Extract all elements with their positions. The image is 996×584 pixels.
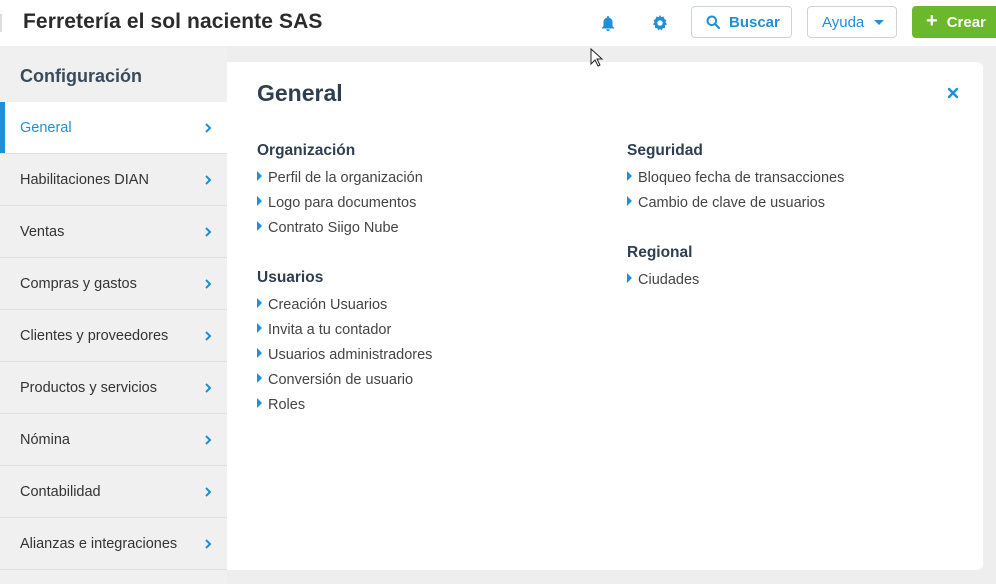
chevron-right-icon bbox=[205, 123, 212, 133]
link-label: Conversión de usuario bbox=[268, 371, 414, 388]
search-button-label: Buscar bbox=[729, 13, 780, 31]
section-regional: Regional Ciudades bbox=[627, 244, 699, 292]
sidebar-item-productos-y-servicios[interactable]: Productos y servicios bbox=[0, 362, 227, 414]
link-label: Ciudades bbox=[638, 271, 700, 288]
link-label: Perfil de la organización bbox=[268, 169, 423, 186]
link-contrato-siigo[interactable]: Contrato Siigo Nube bbox=[257, 215, 423, 240]
link-label: Creación Usuarios bbox=[268, 296, 388, 313]
chevron-right-icon bbox=[205, 279, 212, 289]
section-title: Regional bbox=[627, 244, 693, 261]
sidebar-item-nomina[interactable]: Nómina bbox=[0, 414, 227, 466]
caret-right-icon bbox=[257, 373, 262, 383]
sidebar-item-alianzas-e-integraciones[interactable]: Alianzas e integraciones bbox=[0, 518, 227, 570]
company-name: Ferretería el sol naciente SAS bbox=[23, 10, 323, 33]
plus-icon: + bbox=[926, 10, 938, 32]
link-perfil-organizacion[interactable]: Perfil de la organización bbox=[257, 165, 423, 190]
bell-icon[interactable] bbox=[597, 12, 619, 34]
chevron-right-icon bbox=[205, 539, 212, 549]
sidebar-item-label: Nómina bbox=[20, 431, 70, 448]
chevron-right-icon bbox=[205, 175, 212, 185]
caret-right-icon bbox=[627, 171, 632, 181]
link-label: Usuarios administradores bbox=[268, 346, 433, 363]
chevron-right-icon bbox=[205, 487, 212, 497]
link-label: Roles bbox=[268, 396, 306, 413]
chevron-right-icon bbox=[205, 227, 212, 237]
help-dropdown[interactable]: Ayuda bbox=[807, 6, 897, 38]
caret-down-icon bbox=[874, 19, 885, 25]
sidebar-item-label: Habilitaciones DIAN bbox=[20, 171, 149, 188]
gear-icon[interactable] bbox=[649, 12, 671, 34]
chevron-right-icon bbox=[205, 435, 212, 445]
top-bar: Ferretería el sol naciente SAS Buscar Ay… bbox=[0, 0, 996, 46]
link-creacion-usuarios[interactable]: Creación Usuarios bbox=[257, 292, 432, 317]
sidebar-item-label: Contabilidad bbox=[20, 483, 101, 500]
caret-right-icon bbox=[627, 196, 632, 206]
section-title: Seguridad bbox=[627, 142, 703, 159]
link-label: Cambio de clave de usuarios bbox=[638, 194, 825, 211]
sidebar-item-contabilidad[interactable]: Contabilidad bbox=[0, 466, 227, 518]
page-title: General bbox=[257, 80, 343, 106]
caret-right-icon bbox=[257, 298, 262, 308]
link-label: Bloqueo fecha de transacciones bbox=[638, 169, 845, 186]
close-icon[interactable] bbox=[946, 86, 960, 100]
caret-right-icon bbox=[627, 273, 632, 283]
sidebar-item-label: Compras y gastos bbox=[20, 275, 137, 292]
sidebar-list: General Habilitaciones DIAN Ventas Compr… bbox=[0, 102, 227, 570]
sidebar-item-label: General bbox=[20, 119, 72, 136]
caret-right-icon bbox=[257, 348, 262, 358]
link-roles[interactable]: Roles bbox=[257, 392, 432, 417]
link-invita-contador[interactable]: Invita a tu contador bbox=[257, 317, 432, 342]
caret-right-icon bbox=[257, 196, 262, 206]
settings-sidebar: Configuración General Habilitaciones DIA… bbox=[0, 46, 227, 584]
create-button[interactable]: + Crear bbox=[912, 6, 996, 38]
section-usuarios: Usuarios Creación Usuarios Invita a tu c… bbox=[257, 269, 432, 417]
link-label: Invita a tu contador bbox=[268, 321, 392, 338]
section-seguridad: Seguridad Bloqueo fecha de transacciones… bbox=[627, 142, 844, 215]
section-organizacion: Organización Perfil de la organización L… bbox=[257, 142, 423, 240]
general-settings-panel: General Organización Perfil de la organi… bbox=[227, 62, 983, 570]
link-label: Contrato Siigo Nube bbox=[268, 219, 399, 236]
chevron-right-icon bbox=[205, 383, 212, 393]
link-cambio-clave[interactable]: Cambio de clave de usuarios bbox=[627, 190, 844, 215]
create-button-label: Crear bbox=[946, 13, 986, 31]
link-logo-documentos[interactable]: Logo para documentos bbox=[257, 190, 423, 215]
sidebar-item-general[interactable]: General bbox=[0, 102, 227, 154]
sidebar-item-clientes-y-proveedores[interactable]: Clientes y proveedores bbox=[0, 310, 227, 362]
sidebar-item-label: Alianzas e integraciones bbox=[20, 535, 178, 552]
sidebar-item-ventas[interactable]: Ventas bbox=[0, 206, 227, 258]
sidebar-item-habilitaciones-dian[interactable]: Habilitaciones DIAN bbox=[0, 154, 227, 206]
sidebar-title: Configuración bbox=[20, 66, 142, 86]
sidebar-item-label: Ventas bbox=[20, 223, 65, 240]
caret-right-icon bbox=[257, 323, 262, 333]
caret-right-icon bbox=[257, 398, 262, 408]
sidebar-item-label: Productos y servicios bbox=[20, 379, 157, 396]
link-conversion-usuario[interactable]: Conversión de usuario bbox=[257, 367, 432, 392]
mouse-cursor-icon bbox=[590, 48, 604, 67]
chevron-right-icon bbox=[205, 331, 212, 341]
section-title: Organización bbox=[257, 142, 356, 159]
help-label: Ayuda bbox=[822, 13, 865, 31]
sidebar-item-label: Clientes y proveedores bbox=[20, 327, 169, 344]
section-title: Usuarios bbox=[257, 269, 324, 286]
sidebar-item-compras-y-gastos[interactable]: Compras y gastos bbox=[0, 258, 227, 310]
link-bloqueo-fecha[interactable]: Bloqueo fecha de transacciones bbox=[627, 165, 844, 190]
link-ciudades[interactable]: Ciudades bbox=[627, 267, 699, 292]
caret-right-icon bbox=[257, 171, 262, 181]
left-edge-divider bbox=[0, 14, 2, 32]
search-button[interactable]: Buscar bbox=[691, 6, 792, 38]
link-label: Logo para documentos bbox=[268, 194, 417, 211]
caret-right-icon bbox=[257, 221, 262, 231]
search-icon bbox=[706, 15, 720, 29]
link-usuarios-administradores[interactable]: Usuarios administradores bbox=[257, 342, 432, 367]
